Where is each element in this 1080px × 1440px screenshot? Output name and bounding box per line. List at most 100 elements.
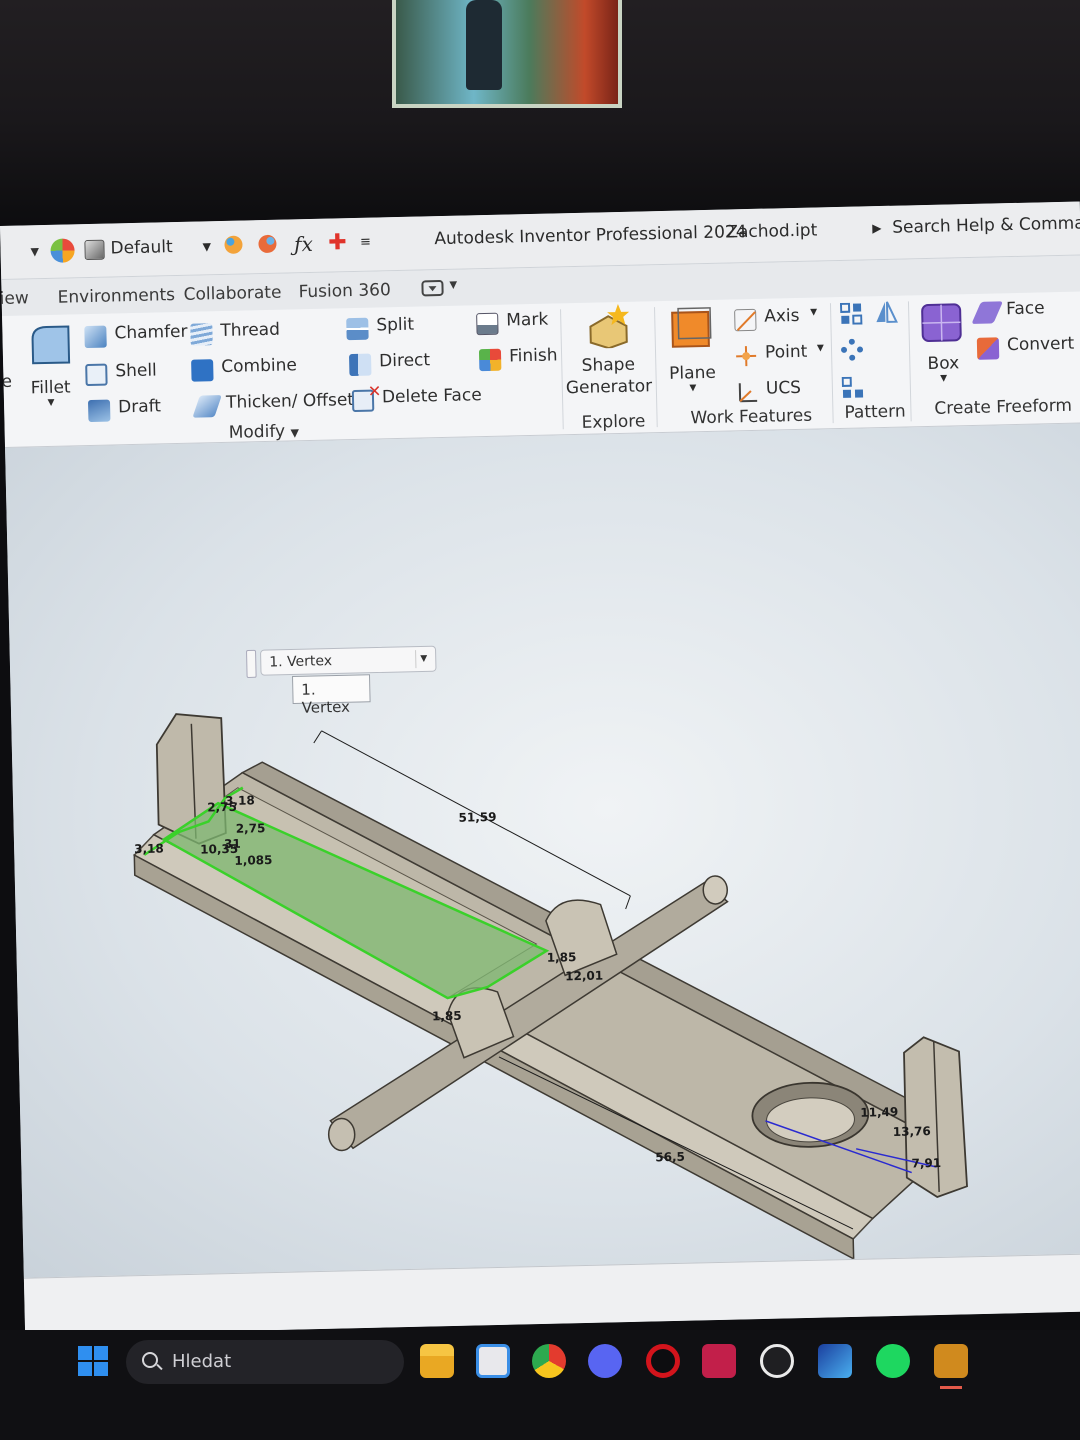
draft-label: Draft: [117, 396, 162, 418]
appearance-dropdown[interactable]: Default ▼: [82, 231, 213, 266]
chevron-down-icon: ▼: [810, 307, 818, 318]
box-label: Box: [927, 353, 960, 374]
split-icon: [346, 317, 369, 341]
model-canvas[interactable]: 51,59 2,75 2,75 3,18 3,18 10,35 31 1,085…: [5, 423, 1080, 1277]
plane-label: Plane: [668, 362, 717, 384]
mirror-icon[interactable]: [874, 300, 899, 325]
plane-button[interactable]: Plane ▼: [662, 306, 722, 394]
plus-icon[interactable]: ✚: [324, 230, 351, 257]
chevron-down-icon: ▼: [290, 426, 300, 440]
axis-label: Axis: [764, 305, 800, 327]
group-divider: [560, 309, 564, 430]
freeform-face-icon: [971, 301, 1004, 324]
ribbon-display-options[interactable]: ▼: [421, 280, 461, 299]
finish-label: Finish: [508, 345, 558, 367]
modify-group-label[interactable]: Modify ▼: [229, 421, 300, 443]
xbox-icon[interactable]: [760, 1344, 794, 1378]
dimension-label[interactable]: 1,085: [234, 853, 272, 868]
ucs-icon: [736, 381, 758, 403]
group-divider: [829, 303, 834, 424]
thicken-offset-label: Thicken/ Offset: [225, 390, 355, 413]
mark-icon: [476, 312, 499, 336]
customize-quick-access-icon[interactable]: ≡: [352, 229, 379, 256]
tab-view[interactable]: iew: [0, 288, 29, 309]
ucs-label: UCS: [765, 377, 802, 399]
split-label: Split: [376, 314, 415, 336]
discord-icon[interactable]: [588, 1344, 622, 1378]
fillet-button[interactable]: Fillet ▼: [20, 320, 80, 408]
dimension-label[interactable]: 12,01: [565, 969, 603, 984]
rectangular-pattern-icon[interactable]: [839, 302, 863, 325]
privacy-app-icon[interactable]: [702, 1344, 736, 1378]
active-app-indicator: [940, 1386, 962, 1389]
freeform-box-icon: [921, 303, 962, 342]
box-button[interactable]: Box ▼: [914, 296, 972, 384]
file-explorer-icon[interactable]: [420, 1344, 454, 1378]
material-swatch-icon: [84, 239, 105, 261]
finish-icon: [478, 348, 502, 372]
direct-edit-icon: [348, 353, 372, 377]
explore-group-label: Explore: [581, 411, 646, 433]
circular-pattern-icon[interactable]: [841, 338, 864, 361]
dimension-label[interactable]: 51,59: [458, 810, 496, 825]
inventor-pro-icon[interactable]: [934, 1344, 968, 1378]
windows-taskbar: Hledat: [0, 1330, 1080, 1440]
spotify-icon[interactable]: [876, 1344, 910, 1378]
dimension-label[interactable]: 13,76: [893, 1124, 931, 1139]
right-tower: [903, 1036, 968, 1198]
face-label: Face: [1005, 298, 1045, 320]
dimension-label[interactable]: 3,18: [134, 841, 164, 856]
sketch-driven-pattern-icon[interactable]: [841, 376, 864, 398]
thread-label: Thread: [220, 319, 281, 342]
background-picture-frame: [392, 0, 622, 108]
dimension-label[interactable]: 1,85: [547, 950, 577, 965]
microsoft-store-icon[interactable]: [476, 1344, 510, 1378]
shape-generator-label-2: Generator: [565, 376, 653, 399]
dimension-label[interactable]: 31: [224, 837, 241, 851]
chevron-down-icon[interactable]: ▼: [415, 649, 432, 669]
chamfer-label: Chamfer: [114, 321, 188, 344]
drag-handle-icon[interactable]: [246, 649, 257, 678]
appearance-value: Default: [110, 237, 173, 259]
chevron-down-icon: ▼: [940, 373, 948, 384]
dimension-label[interactable]: 3,18: [225, 793, 255, 808]
clear-appearance-icon[interactable]: [254, 232, 281, 259]
opera-gx-icon[interactable]: [646, 1344, 680, 1378]
red-x-icon: ✕: [367, 381, 382, 401]
taskbar-search[interactable]: Hledat: [126, 1340, 404, 1384]
taskbar-search-label: Hledat: [172, 1351, 232, 1372]
axis-icon: [734, 308, 757, 332]
caret-right-icon[interactable]: ▶: [872, 221, 882, 235]
selection-combo-value: 1. Vertex: [269, 653, 333, 671]
quick-access-dropdown-icon[interactable]: ▼: [30, 245, 39, 258]
chamfer-icon: [84, 325, 107, 349]
dimension-label[interactable]: 11,49: [860, 1105, 898, 1120]
work-features-group-label: Work Features: [690, 405, 813, 429]
tab-fusion-360[interactable]: Fusion 360: [298, 280, 391, 302]
copilot-icon[interactable]: [818, 1344, 852, 1378]
tab-collaborate[interactable]: Collaborate: [183, 283, 281, 305]
adjust-appearance-icon[interactable]: [220, 232, 247, 259]
windows-start-icon[interactable]: [78, 1346, 108, 1376]
selection-combo[interactable]: 1. Vertex ▼: [259, 645, 437, 676]
graphics-viewport[interactable]: 51,59 2,75 2,75 3,18 3,18 10,35 31 1,085…: [5, 423, 1080, 1278]
chevron-down-icon: ▼: [202, 240, 212, 254]
tab-environments[interactable]: Environments: [57, 285, 175, 308]
dimension-label[interactable]: 1,85: [432, 1009, 462, 1024]
color-wheel-icon[interactable]: [50, 238, 75, 263]
dimension-label[interactable]: 7,91: [911, 1156, 941, 1171]
parameters-fx-icon[interactable]: ƒx: [290, 231, 317, 258]
chevron-down-icon: ▼: [816, 343, 825, 354]
point-label: Point: [764, 341, 808, 363]
shape-generator-button[interactable]: Shape Generator: [564, 301, 652, 398]
file-name: Zachod.ipt: [726, 220, 818, 243]
mark-label: Mark: [506, 309, 549, 331]
dimension-label[interactable]: 56,5: [655, 1150, 685, 1165]
dimension-label[interactable]: 2,75: [236, 821, 266, 836]
direct-label: Direct: [378, 350, 431, 372]
thread-icon: [190, 323, 213, 346]
help-search-field[interactable]: Search Help & Comman: [892, 213, 1080, 238]
fillet-label: Fillet: [30, 377, 71, 399]
chrome-icon[interactable]: [532, 1344, 566, 1378]
chevron-down-icon: ▼: [689, 383, 697, 394]
